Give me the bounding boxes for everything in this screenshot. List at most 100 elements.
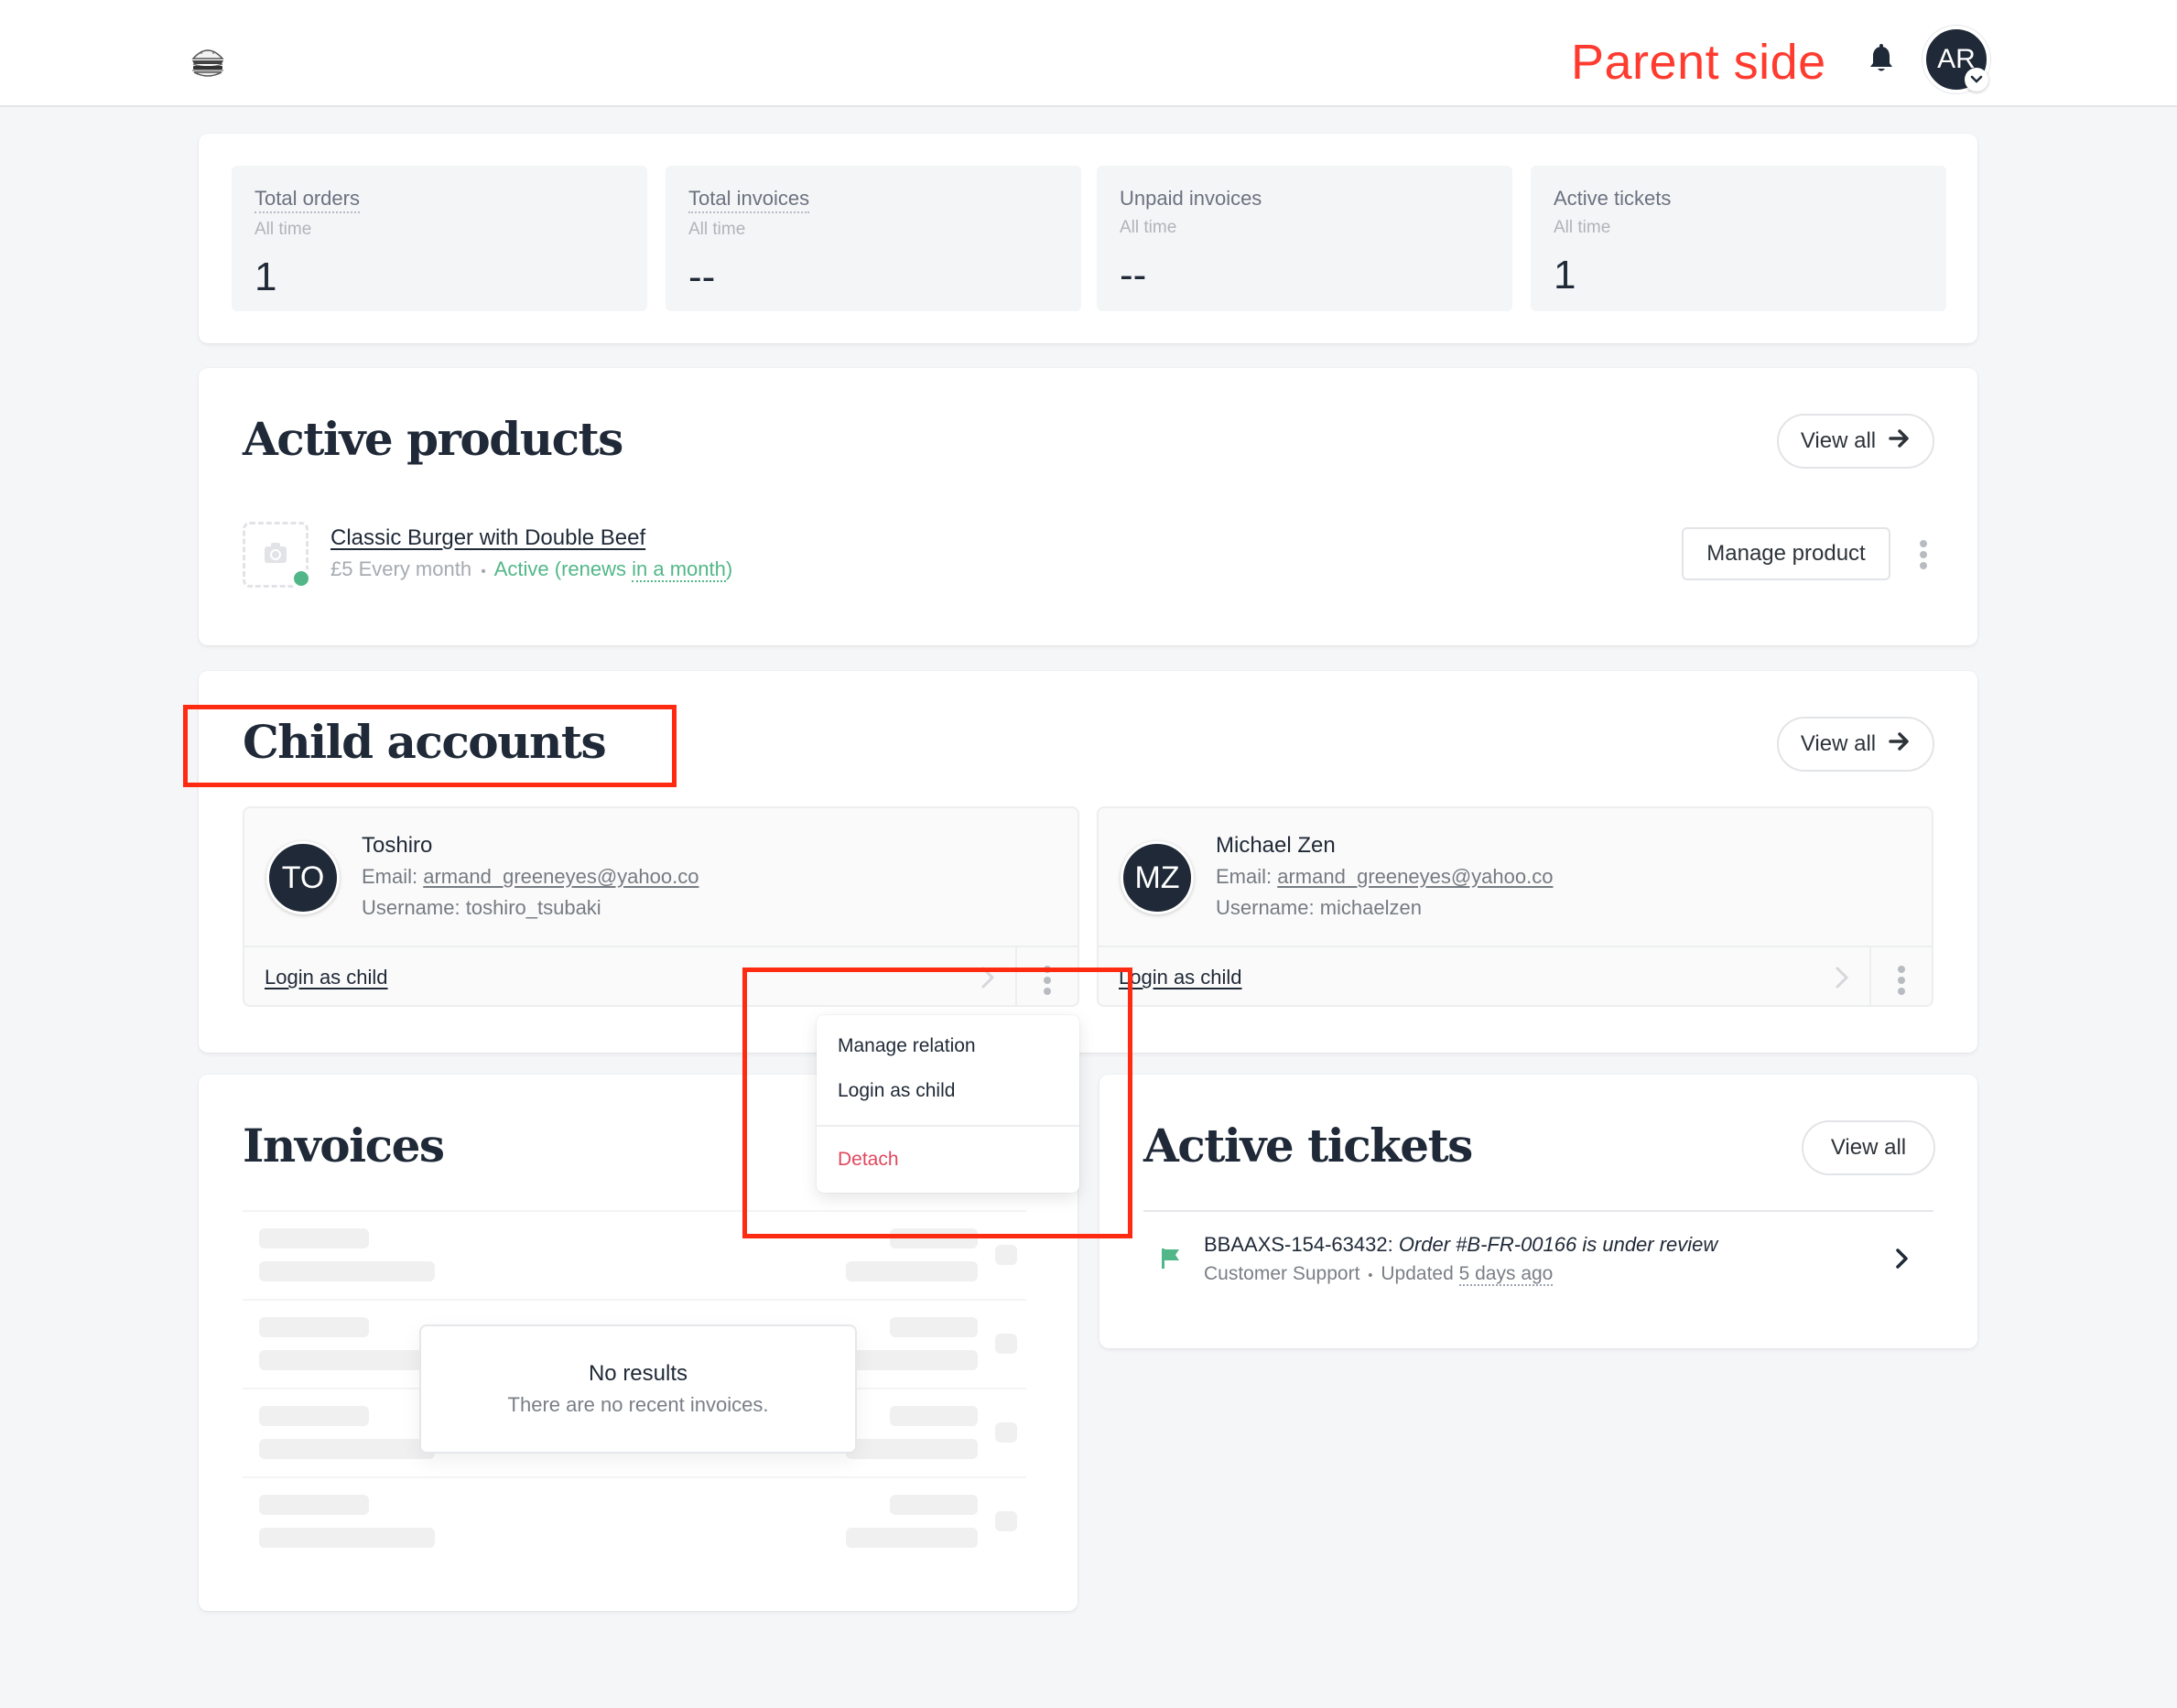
view-all-label: View all: [1830, 1135, 1907, 1160]
ticket-list-divider: [1143, 1210, 1933, 1212]
arrow-right-icon: [1889, 428, 1911, 455]
view-all-children-button[interactable]: View all: [1777, 717, 1934, 772]
skeleton-bar: [846, 1439, 978, 1459]
child-more-options-icon[interactable]: [1043, 966, 1052, 995]
product-name-link[interactable]: Classic Burger with Double Beef: [330, 524, 645, 553]
row-divider: [243, 1299, 1026, 1301]
row-divider: [243, 1210, 1026, 1212]
stat-label: Active tickets: [1554, 187, 1672, 210]
skeleton-bar: [995, 1334, 1017, 1354]
row-divider: [243, 1476, 1026, 1478]
stat-period: All time: [688, 220, 746, 239]
skeleton-bar: [890, 1317, 978, 1337]
stat-value: 1: [1554, 253, 1576, 297]
username-label: Username:: [1216, 896, 1320, 919]
skeleton-bar: [259, 1528, 435, 1548]
burger-logo-icon[interactable]: [189, 44, 227, 81]
menu-divider: [817, 1125, 1079, 1127]
empty-state-card: No results There are no recent invoices.: [419, 1324, 857, 1454]
view-all-products-button[interactable]: View all: [1777, 414, 1934, 469]
stat-card-total-invoices[interactable]: Total invoices All time --: [666, 166, 1081, 311]
child-accounts-panel: Child accounts View all TO Toshiro Email…: [199, 671, 1977, 1053]
section-title-active-tickets: Active tickets: [1143, 1119, 1473, 1173]
stat-label: Unpaid invoices: [1120, 187, 1262, 210]
child-email-link[interactable]: armand_greeneyes@yahoo.co: [1277, 865, 1553, 888]
product-status-dot: [290, 568, 312, 589]
skeleton-bar: [259, 1261, 435, 1281]
username-value: michaelzen: [1319, 896, 1422, 919]
child-username: Username: toshiro_tsubaki: [362, 894, 601, 922]
skeleton-bar: [846, 1261, 978, 1281]
skeleton-bar: [995, 1245, 1017, 1265]
ticket-department: Customer Support: [1204, 1263, 1360, 1284]
bell-icon[interactable]: [1868, 44, 1895, 75]
child-more-options-icon[interactable]: [1897, 966, 1906, 995]
child-email: Email: armand_greeneyes@yahoo.co: [362, 863, 699, 891]
view-all-label: View all: [1800, 428, 1877, 453]
child-avatar: TO: [266, 841, 340, 914]
arrow-right-icon: [1889, 731, 1911, 758]
skeleton-bar: [890, 1495, 978, 1515]
active-products-panel: Active products View all Classic Burger …: [199, 368, 1977, 645]
skeleton-bar: [259, 1406, 369, 1426]
chevron-right-icon[interactable]: [1893, 1245, 1912, 1272]
manage-product-label: Manage product: [1706, 541, 1866, 566]
child-email-link[interactable]: armand_greeneyes@yahoo.co: [423, 865, 699, 888]
footer-divider: [1015, 947, 1017, 1005]
username-value: toshiro_tsubaki: [465, 896, 601, 919]
stat-card-active-tickets[interactable]: Active tickets All time 1: [1531, 166, 1946, 311]
menu-item-manage-relation[interactable]: Manage relation: [838, 1033, 976, 1059]
status-suffix: ): [725, 557, 733, 580]
login-as-child-link[interactable]: Login as child: [265, 964, 388, 991]
email-label: Email:: [362, 865, 424, 888]
section-title-active-products: Active products: [243, 412, 623, 466]
skeleton-bar: [259, 1439, 435, 1459]
chevron-right-icon[interactable]: [977, 964, 999, 991]
view-all-label: View all: [1800, 731, 1877, 756]
skeleton-bar: [259, 1350, 435, 1370]
child-options-menu: Manage relation Login as child Detach: [817, 1015, 1079, 1193]
top-navigation-bar: Parent side AR: [0, 0, 2177, 107]
meta-separator: •: [1368, 1268, 1373, 1283]
stats-panel: Total orders All time 1 Total invoices A…: [199, 134, 1977, 343]
login-as-child-link[interactable]: Login as child: [1119, 964, 1242, 991]
menu-item-login-as-child[interactable]: Login as child: [838, 1078, 955, 1104]
skeleton-bar: [890, 1406, 978, 1426]
stat-card-unpaid-invoices[interactable]: Unpaid invoices All time --: [1097, 166, 1512, 311]
ticket-updated-time: 5 days ago: [1458, 1263, 1554, 1286]
empty-state-title: No results: [588, 1361, 688, 1386]
child-account-card: TO Toshiro Email: armand_greeneyes@yahoo…: [243, 806, 1079, 1007]
section-title-child-accounts: Child accounts: [243, 715, 607, 769]
stat-label: Total invoices: [688, 186, 810, 213]
skeleton-bar: [846, 1350, 978, 1370]
view-all-tickets-button[interactable]: View all: [1802, 1120, 1935, 1175]
product-meta: £5 Every month • Active (renews in a mon…: [330, 556, 732, 586]
product-price: £5 Every month: [330, 557, 472, 580]
skeleton-bar: [995, 1511, 1017, 1531]
child-card-footer: Login as child: [1099, 946, 1932, 1005]
skeleton-bar: [259, 1317, 369, 1337]
menu-item-detach[interactable]: Detach: [838, 1147, 899, 1173]
stat-period: All time: [1120, 218, 1177, 237]
chevron-down-icon[interactable]: [1965, 68, 1988, 92]
status-prefix: Active (renews: [493, 557, 633, 580]
stat-period: All time: [255, 220, 312, 239]
child-account-card: MZ Michael Zen Email: armand_greeneyes@y…: [1097, 806, 1933, 1007]
chevron-right-icon[interactable]: [1831, 964, 1853, 991]
child-name: Michael Zen: [1216, 833, 1336, 858]
ticket-subject: Order #B-FR-00166 is under review: [1398, 1233, 1718, 1256]
section-title-invoices: Invoices: [243, 1119, 445, 1173]
stat-card-total-orders[interactable]: Total orders All time 1: [232, 166, 647, 311]
meta-separator: •: [481, 564, 486, 579]
stat-value: --: [688, 254, 716, 299]
ticket-id: BBAAXS-154-63432:: [1204, 1233, 1393, 1256]
manage-product-button[interactable]: Manage product: [1682, 527, 1890, 580]
product-more-options-icon[interactable]: [1919, 540, 1928, 569]
child-card-footer: Login as child: [244, 946, 1078, 1005]
child-email: Email: armand_greeneyes@yahoo.co: [1216, 863, 1553, 891]
stat-value: 1: [255, 254, 277, 299]
skeleton-bar: [995, 1422, 1017, 1443]
ticket-title[interactable]: BBAAXS-154-63432: Order #B-FR-00166 is u…: [1204, 1230, 1717, 1259]
skeleton-bar: [846, 1528, 978, 1548]
stat-value: --: [1120, 253, 1147, 297]
